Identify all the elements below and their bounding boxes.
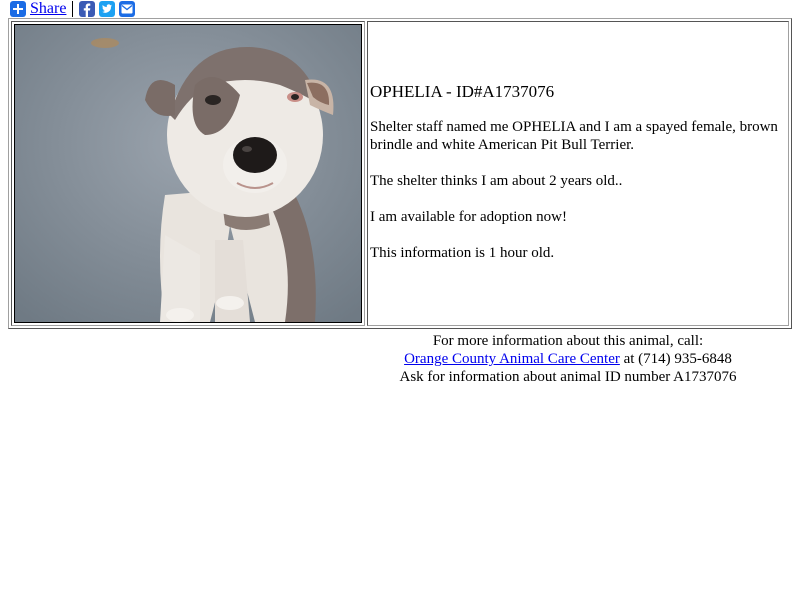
contact-info: For more information about this animal, … bbox=[370, 332, 766, 386]
shelter-phone: at (714) 935-6848 bbox=[619, 351, 732, 367]
info-cell: OPHELIA - ID#A1737076 Shelter staff name… bbox=[367, 21, 789, 326]
facebook-icon[interactable] bbox=[79, 1, 96, 17]
contact-id-line: Ask for information about animal ID numb… bbox=[399, 369, 737, 385]
share-link[interactable]: Share bbox=[30, 0, 66, 18]
share-bar: Share bbox=[10, 0, 136, 18]
email-icon[interactable] bbox=[119, 1, 136, 17]
twitter-icon[interactable] bbox=[99, 1, 116, 17]
freshness-text: This information is 1 hour old. bbox=[370, 245, 555, 261]
animal-table: OPHELIA - ID#A1737076 Shelter staff name… bbox=[8, 18, 792, 329]
animal-info: OPHELIA - ID#A1737076 Shelter staff name… bbox=[370, 82, 780, 280]
share-separator bbox=[72, 1, 74, 17]
plus-icon[interactable] bbox=[10, 1, 26, 17]
dog-photo bbox=[14, 24, 362, 323]
age-text: The shelter thinks I am about 2 years ol… bbox=[370, 173, 623, 189]
animal-heading: OPHELIA - ID#A1737076 bbox=[370, 82, 555, 101]
photo-cell bbox=[11, 21, 365, 326]
contact-intro: For more information about this animal, … bbox=[432, 333, 704, 349]
shelter-link[interactable]: Orange County Animal Care Center bbox=[404, 351, 620, 367]
contact-shelter-line: Orange County Animal Care Center at (714… bbox=[370, 350, 766, 368]
description-text: Shelter staff named me OPHELIA and I am … bbox=[370, 119, 778, 153]
availability-text: I am available for adoption now! bbox=[370, 209, 568, 225]
